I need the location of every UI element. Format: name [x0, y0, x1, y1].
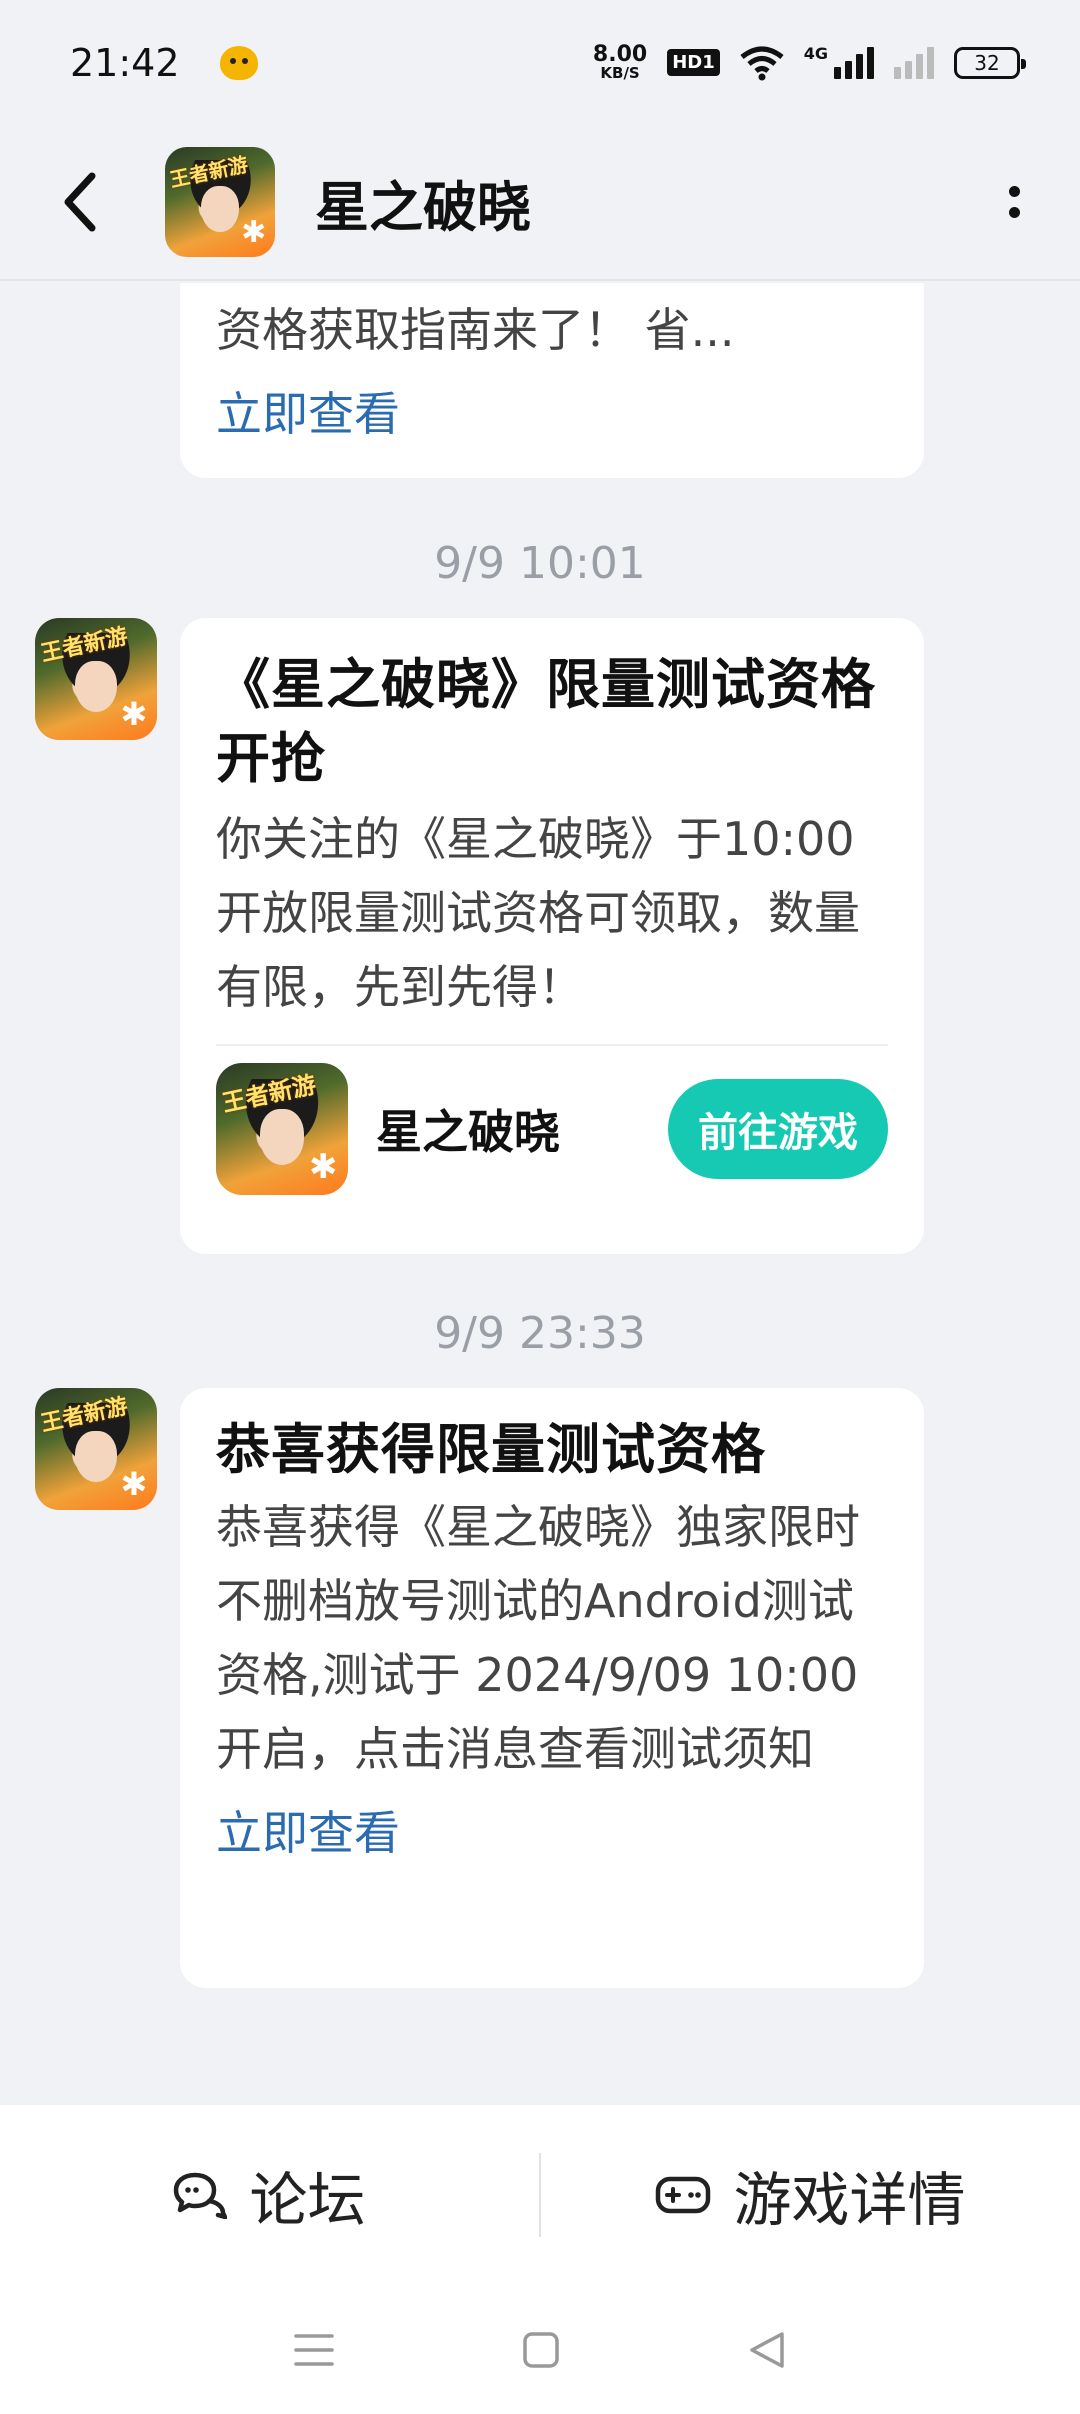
back-button[interactable] [60, 162, 120, 242]
gamepad-icon [656, 2176, 711, 2214]
menu-icon[interactable] [294, 2332, 334, 2368]
tab-game-details-label: 游戏详情 [733, 2166, 966, 2234]
network-speed: 8.00 KB/S [592, 42, 648, 82]
page-title: 星之破晓 [315, 175, 531, 239]
star-icon: ✱ [308, 1147, 338, 1188]
tab-game-details[interactable]: 游戏详情 [541, 2153, 1080, 2237]
status-icons: 8.00 KB/S HD1 4G 32 [592, 42, 1026, 82]
battery-icon: 32 [954, 46, 1026, 79]
sender-avatar[interactable]: 王者新游 ✱ [35, 1388, 157, 1510]
star-icon: ✱ [120, 1464, 148, 1503]
card-divider [216, 1044, 888, 1046]
message-body: 恭喜获得《星之破晓》独家限时不删档放号测试的Android测试资格,测试于 20… [216, 1500, 860, 1776]
view-now-link[interactable]: 立即查看 [216, 1796, 888, 1870]
message-title: 恭喜获得限量测试资格 [216, 1418, 766, 1481]
more-dots-icon [1009, 186, 1020, 197]
home-icon[interactable] [522, 2331, 560, 2369]
more-options-button[interactable] [989, 176, 1040, 228]
back-triangle-icon[interactable] [748, 2330, 786, 2370]
signal-weak-icon [894, 46, 934, 79]
tab-forum[interactable]: 论坛 [0, 2153, 539, 2237]
status-time: 21:42 [70, 40, 180, 85]
message-card[interactable]: 资格获取指南来了！ 省... 立即查看 [180, 283, 924, 478]
message-list[interactable]: 资格获取指南来了！ 省... 立即查看 9/9 10:01 王者新游 ✱ 《星之… [0, 283, 1080, 2105]
system-navigation-bar [0, 2285, 1080, 2414]
wifi-icon [740, 46, 784, 80]
go-to-game-button[interactable]: 前往游戏 [668, 1079, 888, 1179]
game-name: 星之破晓 [376, 1105, 560, 1159]
forum-icon [174, 2172, 228, 2219]
game-icon[interactable]: 王者新游 ✱ [216, 1063, 348, 1195]
sender-avatar[interactable]: 王者新游 ✱ [35, 618, 157, 740]
game-row[interactable]: 王者新游 ✱ 星之破晓 前往游戏 [216, 1063, 888, 1195]
app-header: 王者新游 ✱ 星之破晓 [0, 125, 1080, 281]
star-icon: ✱ [120, 694, 148, 733]
message-body: 资格获取指南来了！ 省... [216, 303, 735, 357]
tab-forum-label: 论坛 [249, 2166, 366, 2234]
message-timestamp: 9/9 10:01 [434, 538, 646, 589]
hd-icon: HD1 [667, 49, 720, 76]
message-card[interactable]: 《星之破晓》限量测试资格开抢 你关注的《星之破晓》于10:00 开放限量测试资格… [180, 618, 924, 1254]
view-now-link[interactable]: 立即查看 [216, 377, 888, 451]
status-bar: 21:42 8.00 KB/S HD1 4G 32 [0, 0, 1080, 125]
signal-strong-icon [834, 46, 874, 79]
chevron-left-icon [64, 172, 96, 232]
game-avatar[interactable]: 王者新游 ✱ [165, 147, 275, 257]
message-timestamp: 9/9 23:33 [434, 1308, 646, 1359]
bottom-tab-bar: 论坛 游戏详情 [0, 2105, 1080, 2285]
notification-app-icon [219, 45, 258, 80]
message-body: 你关注的《星之破晓》于10:00 开放限量测试资格可领取，数量有限，先到先得！ [216, 812, 860, 1014]
star-icon: ✱ [241, 215, 267, 251]
message-card[interactable]: 恭喜获得限量测试资格 恭喜获得《星之破晓》独家限时不删档放号测试的Android… [180, 1388, 924, 1988]
lte-label: 4G [803, 44, 828, 63]
message-title: 《星之破晓》限量测试资格开抢 [216, 653, 876, 790]
